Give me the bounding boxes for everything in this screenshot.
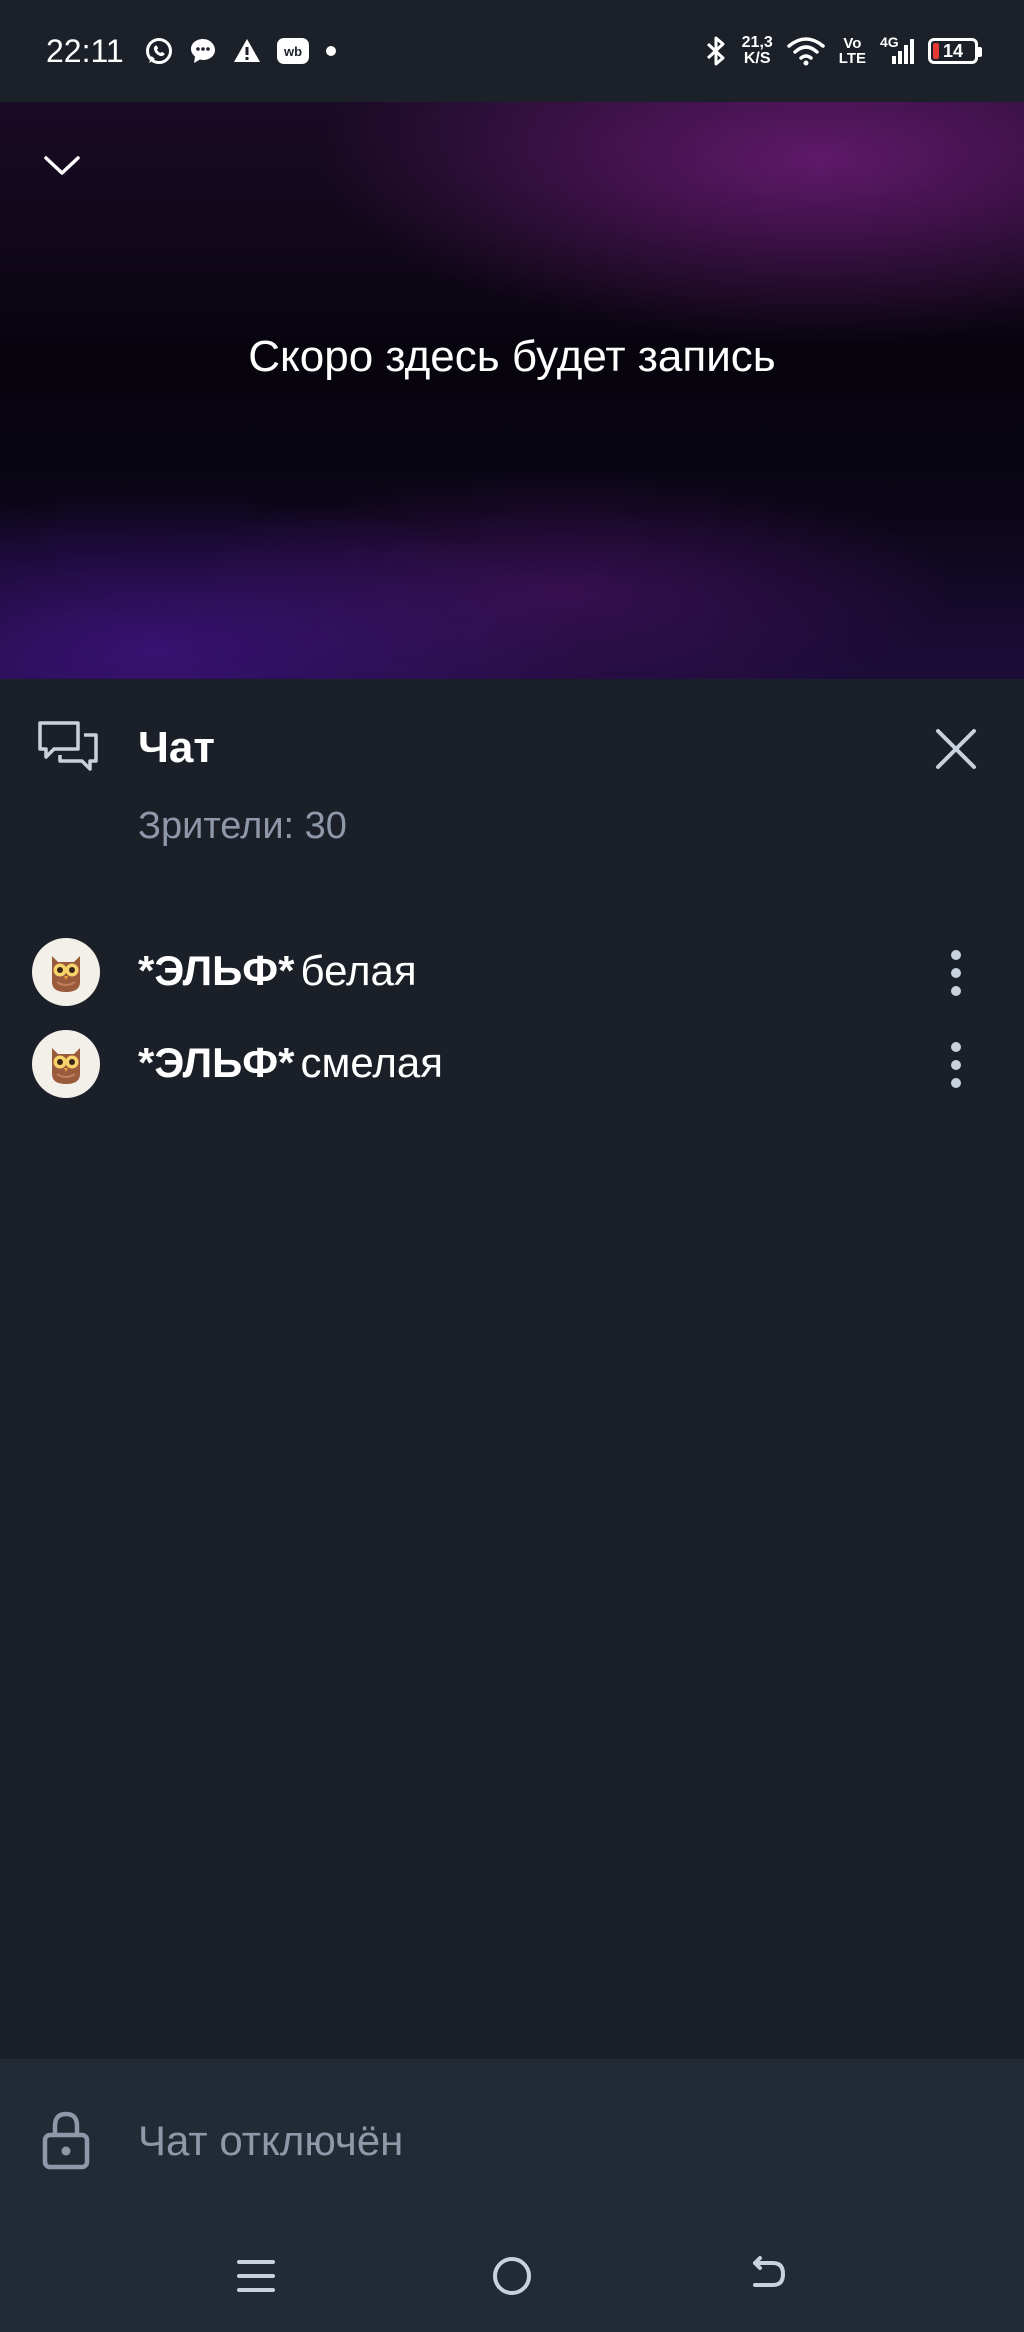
video-placeholder-text: Скоро здесь будет запись	[248, 332, 776, 381]
lock-icon	[42, 2111, 90, 2170]
message-item: *ЭЛЬФ* смелая	[0, 1017, 1024, 1109]
recent-apps-button[interactable]	[221, 2241, 291, 2311]
chat-header: Чат Зрители: 30	[0, 679, 1024, 879]
back-icon	[753, 2256, 786, 2287]
network-type: 4G	[880, 34, 899, 50]
video-area: Скоро здесь будет запись	[0, 102, 1024, 679]
chat-disabled-text: Чат отключён	[138, 2117, 404, 2164]
dot-icon	[324, 44, 338, 58]
back-button[interactable]	[733, 2241, 803, 2311]
wb-icon-text: wb	[283, 44, 302, 59]
battery-icon: 14	[928, 38, 982, 64]
chat-title: Чат	[138, 723, 215, 772]
message-text: *ЭЛЬФ* смелая	[138, 1039, 443, 1087]
message-more-button[interactable]	[936, 943, 976, 1003]
message-author: *ЭЛЬФ*	[138, 947, 295, 994]
home-circle-icon	[493, 2257, 531, 2295]
chevron-down-icon	[44, 156, 80, 175]
net-speed-value: 21,3	[741, 34, 773, 51]
screen: 22:11 wb 21,3 K/S Vo LTE 4G 14 Скоро зде…	[0, 0, 1024, 2332]
more-vertical-icon	[951, 1042, 961, 1088]
bluetooth-icon	[704, 35, 728, 67]
message-body: смелая	[300, 1039, 443, 1086]
avatar[interactable]	[32, 938, 100, 1006]
close-button[interactable]	[926, 719, 986, 779]
message-body: белая	[300, 947, 417, 994]
status-right: 21,3 K/S Vo LTE 4G 14	[704, 34, 982, 67]
wb-icon: wb	[276, 36, 310, 66]
volte-top: Vo	[843, 35, 862, 52]
message-more-button[interactable]	[936, 1035, 976, 1095]
menu-icon	[237, 2260, 275, 2292]
more-vertical-icon	[951, 950, 961, 996]
close-icon	[936, 729, 976, 769]
net-speed: 21,3 K/S	[742, 35, 773, 67]
chat-icon	[38, 721, 98, 771]
message-list: *ЭЛЬФ* белая *ЭЛЬФ* смелая	[0, 925, 1024, 1109]
avatar[interactable]	[32, 1030, 100, 1098]
message-icon	[188, 36, 218, 66]
alert-icon	[232, 36, 262, 66]
owl-icon	[52, 1048, 80, 1084]
whatsapp-icon	[144, 36, 174, 66]
status-left: 22:11 wb	[46, 33, 338, 70]
status-time: 22:11	[46, 32, 124, 69]
home-button[interactable]	[477, 2241, 547, 2311]
net-speed-unit: K/S	[743, 50, 771, 67]
status-bar: 22:11 wb 21,3 K/S Vo LTE 4G 14	[0, 0, 1024, 102]
signal-icon: 4G	[880, 34, 914, 66]
message-text: *ЭЛЬФ* белая	[138, 947, 417, 995]
viewers-count: Зрители: 30	[138, 805, 347, 847]
navigation-bar	[0, 2219, 1024, 2332]
battery-level: 14	[942, 40, 964, 61]
collapse-button[interactable]	[38, 146, 86, 186]
volte-badge: Vo LTE	[839, 36, 866, 66]
message-author: *ЭЛЬФ*	[138, 1039, 295, 1086]
volte-bottom: LTE	[838, 50, 866, 67]
message-item: *ЭЛЬФ* белая	[0, 925, 1024, 1017]
wifi-icon	[787, 36, 825, 66]
owl-icon	[52, 956, 80, 992]
chat-input-bar: Чат отключён	[0, 2059, 1024, 2219]
